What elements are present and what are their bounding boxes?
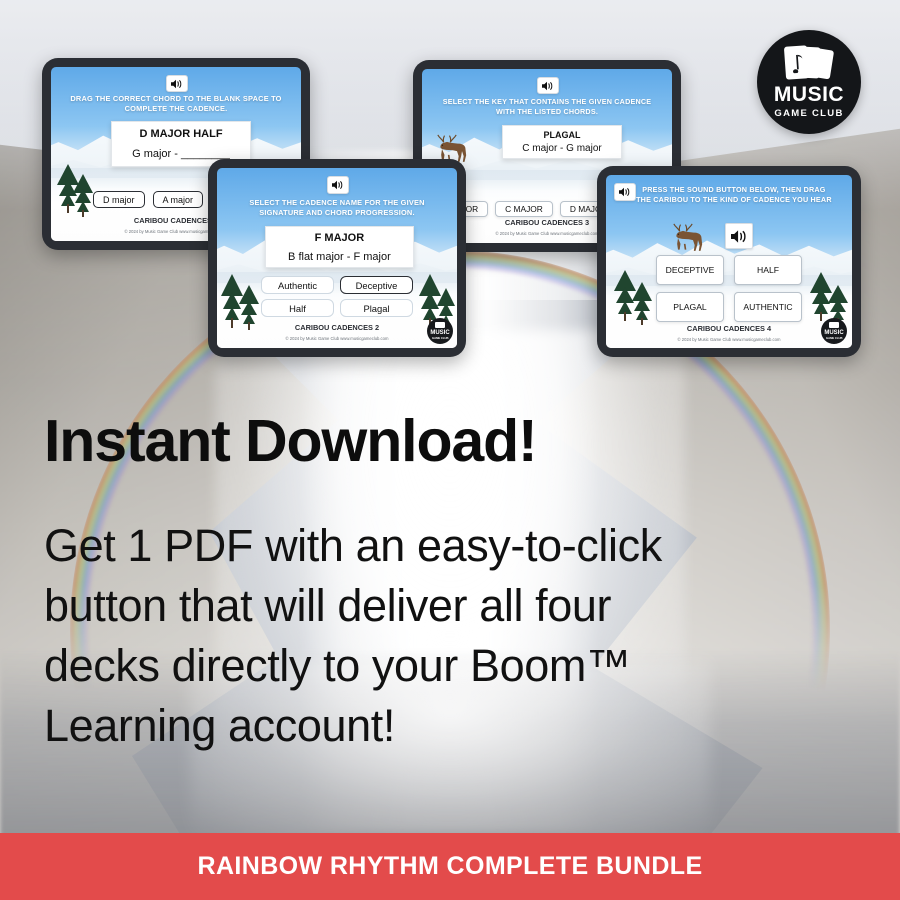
deck-screen-2: SELECT THE CADENCE NAME FOR THE GIVEN SI… xyxy=(217,168,457,348)
option-button[interactable]: Plagal xyxy=(340,299,413,317)
question-subtitle-1: G major - ________ xyxy=(132,148,230,160)
bottom-banner: RAINBOW RHYTHM COMPLETE BUNDLE xyxy=(0,833,900,900)
question-card-2: F MAJOR B flat major - F major xyxy=(265,226,414,268)
option-button[interactable]: Authentic xyxy=(261,276,334,294)
body-line-2: button that will deliver all four xyxy=(44,579,612,631)
brand-name: MUSIC xyxy=(773,83,845,107)
deck-name-2: CARIBOU CADENCES 2 xyxy=(294,323,380,332)
option-grid-4: DECEPTIVE HALF PLAGAL AUTHENTIC xyxy=(656,255,802,322)
deck-prompt-4: PRESS THE SOUND BUTTON BELOW, THEN DRAG … xyxy=(636,185,832,204)
option-grid-2: Authentic Deceptive Half Plagal xyxy=(261,276,413,317)
option-button[interactable]: C MAJOR xyxy=(495,201,553,217)
speaker-icon xyxy=(542,81,553,90)
question-title-1: D MAJOR HALF xyxy=(139,128,223,140)
body-line-4: Learning account! xyxy=(44,699,395,751)
tablet-mockup-caribou-cadences-4[interactable]: PRESS THE SOUND BUTTON BELOW, THEN DRAG … xyxy=(597,166,861,357)
product-listing-image: SELECT THE KEY THAT CONTAINS THE GIVEN C… xyxy=(0,0,900,900)
music-note-icon xyxy=(793,54,803,74)
deck-prompt-1: DRAG THE CORRECT CHORD TO THE BLANK SPAC… xyxy=(70,94,282,113)
body-line-1: Get 1 PDF with an easy-to-click xyxy=(44,520,662,571)
option-button[interactable]: A major xyxy=(152,191,204,208)
option-button[interactable]: PLAGAL xyxy=(656,292,724,322)
question-title-3: PLAGAL xyxy=(543,130,581,140)
brand-logo-badge: MUSIC GAME CLUB xyxy=(757,30,861,134)
speaker-icon xyxy=(171,79,182,88)
body-copy: Get 1 PDF with an easy-to-click button t… xyxy=(44,516,844,755)
question-card-3: PLAGAL C major - G major xyxy=(502,125,622,159)
deck-copyright-2: © 2024 by Music Game Club www.musicgamec… xyxy=(285,336,389,341)
option-button[interactable]: Half xyxy=(261,299,334,317)
page-headline: Instant Download! xyxy=(44,408,538,474)
option-button[interactable]: AUTHENTIC xyxy=(734,292,802,322)
option-button[interactable]: Deceptive xyxy=(340,276,413,294)
option-button[interactable]: DECEPTIVE xyxy=(656,255,724,285)
deck-prompt-2: SELECT THE CADENCE NAME FOR THE GIVEN SI… xyxy=(249,198,425,217)
deck-prompt-3: SELECT THE KEY THAT CONTAINS THE GIVEN C… xyxy=(442,97,652,116)
speaker-icon xyxy=(619,187,630,197)
question-subtitle-2: B flat major - F major xyxy=(288,250,391,263)
deck-screen-4: PRESS THE SOUND BUTTON BELOW, THEN DRAG … xyxy=(606,175,852,348)
speaker-icon xyxy=(730,229,746,243)
sound-button-main-4[interactable] xyxy=(725,223,753,249)
logo-card-front-with-note xyxy=(783,45,810,81)
sound-button-corner-4[interactable] xyxy=(614,183,636,201)
caribou-illustration xyxy=(668,221,708,255)
sound-button-2[interactable] xyxy=(327,176,349,194)
deck-copyright-4: © 2024 by Music Game Club www.musicgamec… xyxy=(677,337,781,342)
sound-button-1[interactable] xyxy=(166,75,188,92)
body-line-3: decks directly to your Boom™ xyxy=(44,639,631,691)
banner-title: RAINBOW RHYTHM COMPLETE BUNDLE xyxy=(197,852,703,880)
pine-tree xyxy=(632,282,652,325)
speaker-icon xyxy=(332,180,343,190)
pine-tree xyxy=(73,174,93,217)
tablet-mockup-caribou-cadences-2[interactable]: SELECT THE CADENCE NAME FOR THE GIVEN SI… xyxy=(208,159,466,357)
option-button[interactable]: HALF xyxy=(734,255,802,285)
brand-tagline: GAME CLUB xyxy=(774,108,844,120)
question-subtitle-3: C major - G major xyxy=(522,143,602,154)
sound-button-3[interactable] xyxy=(537,77,559,94)
deck-name-4: CARIBOU CADENCES 4 xyxy=(686,324,772,333)
option-button[interactable]: D major xyxy=(93,191,145,208)
logo-cards-icon xyxy=(781,45,837,81)
question-title-2: F MAJOR xyxy=(314,231,365,244)
